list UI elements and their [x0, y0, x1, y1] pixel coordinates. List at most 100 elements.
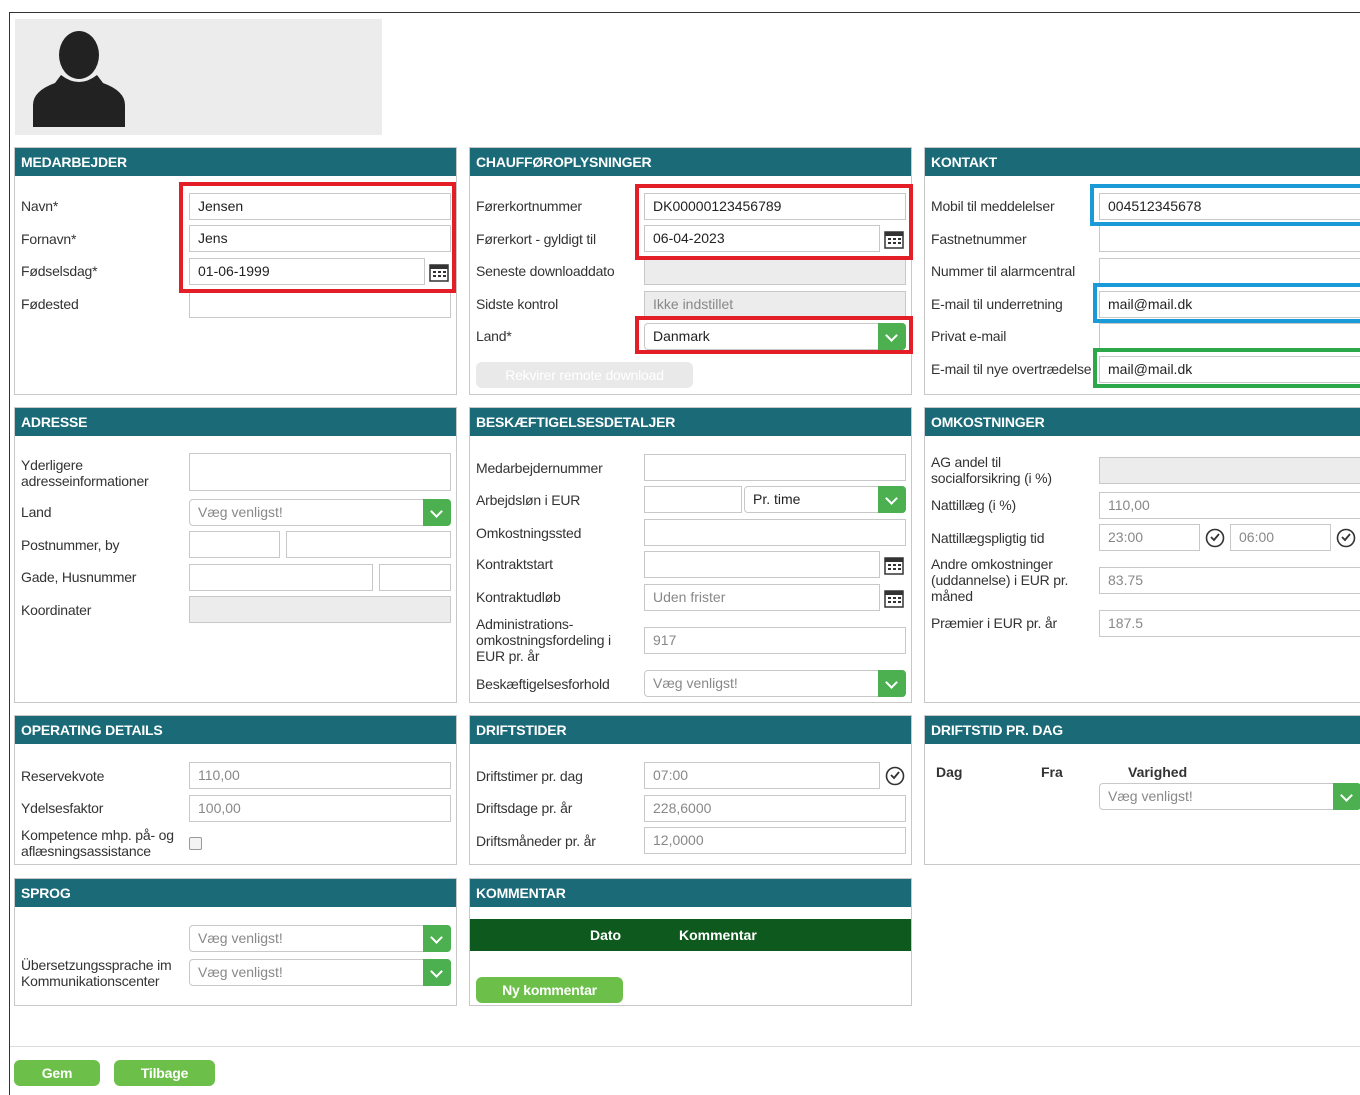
reserve-label: Reservekvote	[21, 768, 105, 784]
overtraedelse-label: E-mail til nye overtrædelse	[931, 361, 1092, 377]
panel-title: CHAUFFØROPLYSNINGER	[470, 148, 911, 176]
dage-input[interactable]: 228,6000	[644, 795, 906, 822]
col-dato: Dato	[590, 927, 622, 943]
privat-input[interactable]	[1099, 323, 1360, 350]
reserve-input[interactable]: 110,00	[189, 762, 451, 789]
mobil-input[interactable]: 004512345678	[1099, 193, 1360, 220]
chevron-down-icon[interactable]	[1333, 783, 1360, 810]
loen-input[interactable]	[644, 486, 742, 513]
alarm-label: Nummer til alarmcentral	[931, 263, 1075, 279]
natt-input[interactable]: 110,00	[1099, 492, 1360, 519]
calendar-icon[interactable]	[884, 229, 904, 249]
calendar-icon[interactable]	[884, 555, 904, 575]
foedselsdag-input[interactable]: 01-06-1999	[189, 258, 425, 285]
chevron-down-icon[interactable]	[423, 925, 451, 952]
medarbejdernr-label: Medarbejdernummer	[476, 460, 603, 476]
kort-input[interactable]: DK00000123456789	[644, 193, 906, 220]
forhold-placeholder: Væg venligst!	[653, 675, 738, 691]
chevron-down-icon[interactable]	[423, 499, 451, 526]
start-label: Kontraktstart	[476, 556, 553, 572]
start-input[interactable]	[644, 551, 880, 578]
avatar	[15, 19, 382, 135]
admin-input[interactable]: 917	[644, 627, 906, 654]
panel-title: BESKÆFTIGELSESDETALJER	[470, 408, 911, 436]
land-select[interactable]: Væg venligst!	[189, 499, 451, 526]
user-silhouette-icon	[33, 31, 125, 127]
forhold-select[interactable]: Væg venligst!	[644, 670, 906, 697]
kort-label: Førerkortnummer	[476, 198, 582, 214]
overtraedelse-input[interactable]: mail@mail.dk	[1099, 356, 1360, 383]
chevron-down-icon[interactable]	[423, 959, 451, 986]
admin-label: Administrations-omkostningsfordeling i E…	[476, 616, 611, 664]
postnr-input[interactable]	[189, 531, 280, 558]
clock-icon[interactable]	[1205, 528, 1225, 548]
land-select[interactable]: Danmark	[644, 323, 906, 350]
udloeb-input[interactable]: Uden frister	[644, 584, 880, 611]
gyldig-input[interactable]: 06-04-2023	[644, 225, 880, 252]
ny-kommentar-button[interactable]: Ny kommentar	[476, 977, 623, 1003]
panel-kommentar: KOMMENTAR Dato Kommentar Ny kommentar	[469, 878, 912, 1006]
panel-chauffoer: CHAUFFØROPLYSNINGER Førerkortnummer DK00…	[469, 147, 912, 395]
gem-button[interactable]: Gem	[14, 1060, 100, 1086]
calendar-icon[interactable]	[884, 588, 904, 608]
husnummer-input[interactable]	[379, 564, 451, 591]
koord-input	[189, 596, 451, 623]
praemier-label: Præmier i EUR pr. år	[931, 615, 1057, 631]
fastnet-label: Fastnetnummer	[931, 231, 1027, 247]
koord-label: Koordinater	[21, 602, 92, 618]
kompetence-label: Kompetence mhp. på- og aflæsningsassista…	[21, 827, 174, 859]
fastnet-input[interactable]	[1099, 225, 1360, 252]
ydelse-input[interactable]: 100,00	[189, 795, 451, 822]
alarm-input[interactable]	[1099, 258, 1360, 285]
yderligere-input[interactable]	[189, 453, 451, 491]
by-input[interactable]	[286, 531, 451, 558]
maaneder-label: Driftsmåneder pr. år	[476, 833, 596, 849]
download-label: Seneste downloaddato	[476, 263, 615, 279]
maaneder-input[interactable]: 12,0000	[644, 827, 906, 854]
chevron-down-icon[interactable]	[878, 670, 906, 697]
dage-label: Driftsdage pr. år	[476, 800, 573, 816]
overs-label: Übersetzungssprache im Kommunikationscen…	[21, 957, 172, 989]
natt-tid-label: Nattillægspligtig tid	[931, 530, 1045, 546]
sprog-select[interactable]: Væg venligst!	[189, 925, 451, 952]
chevron-down-icon[interactable]	[878, 486, 906, 513]
calendar-icon[interactable]	[429, 262, 449, 282]
omkost-label: Omkostningssted	[476, 525, 582, 541]
udloeb-label: Kontraktudløb	[476, 589, 561, 605]
timer-input[interactable]: 07:00	[644, 762, 880, 789]
clock-icon[interactable]	[1336, 528, 1356, 548]
land-value: Danmark	[653, 328, 710, 344]
navn-input[interactable]: Jensen	[189, 193, 451, 220]
natt-til-input[interactable]: 06:00	[1230, 524, 1331, 551]
varighed-select[interactable]: Væg venligst!	[1099, 783, 1360, 810]
medarbejdernr-input[interactable]	[644, 454, 906, 481]
foedested-input[interactable]	[189, 291, 451, 318]
kommentar-table-header: Dato Kommentar	[470, 919, 911, 951]
overs-select[interactable]: Væg venligst!	[189, 959, 451, 986]
kompetence-checkbox[interactable]	[189, 837, 202, 850]
land-label: Land	[21, 504, 52, 520]
land-label: Land*	[476, 328, 512, 344]
remote-download-button[interactable]: Rekvirer remote download	[476, 362, 693, 388]
fornavn-input[interactable]: Jens	[189, 225, 451, 252]
panel-title: OPERATING DETAILS	[15, 716, 456, 744]
forhold-label: Beskæftigelsesforhold	[476, 676, 610, 692]
loen-unit-select[interactable]: Pr. time	[744, 486, 906, 513]
gade-input[interactable]	[189, 564, 373, 591]
panel-driftstider: DRIFTSTIDER Driftstimer pr. dag 07:00 Dr…	[469, 715, 912, 865]
chevron-down-icon[interactable]	[878, 323, 906, 350]
andre-input[interactable]: 83.75	[1099, 567, 1360, 594]
fornavn-label: Fornavn*	[21, 231, 77, 247]
panel-sprog: SPROG Væg venligst! Übersetzungssprache …	[14, 878, 457, 1006]
loen-label: Arbejdsløn i EUR	[476, 492, 581, 508]
timer-label: Driftstimer pr. dag	[476, 768, 583, 784]
omkost-input[interactable]	[644, 519, 906, 546]
tilbage-button[interactable]: Tilbage	[114, 1060, 215, 1086]
email-input[interactable]: mail@mail.dk	[1099, 291, 1360, 318]
panel-title: KONTAKT	[925, 148, 1360, 176]
clock-icon[interactable]	[885, 766, 905, 786]
sprog-placeholder: Væg venligst!	[198, 930, 283, 946]
praemier-input[interactable]: 187.5	[1099, 610, 1360, 637]
foedested-label: Fødested	[21, 296, 79, 312]
natt-fra-input[interactable]: 23:00	[1099, 524, 1200, 551]
